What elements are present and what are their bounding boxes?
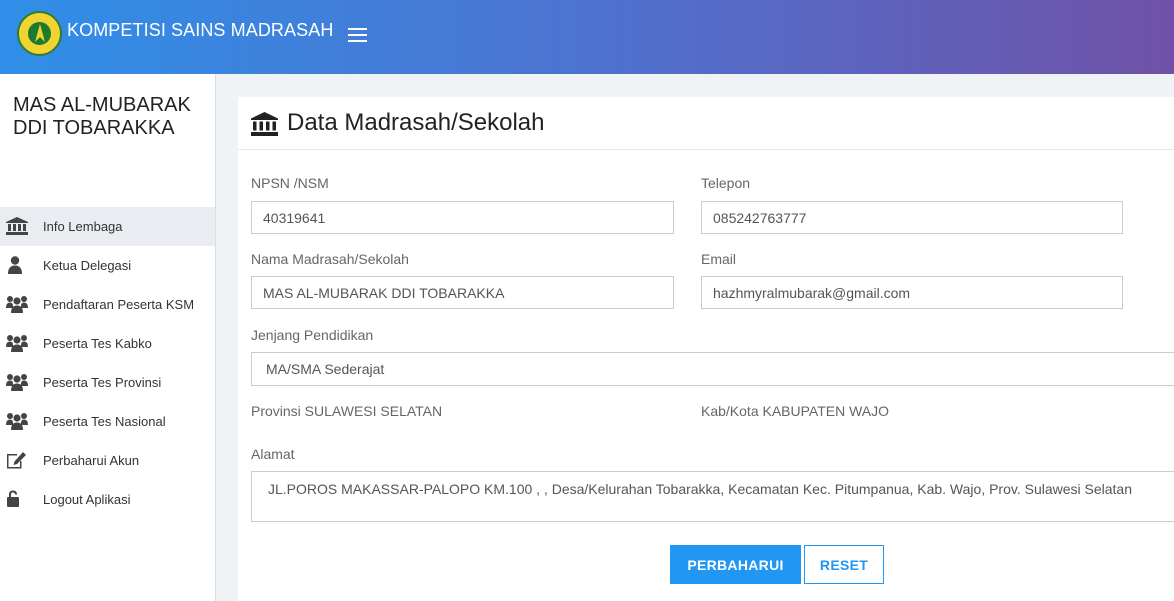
users-icon — [6, 413, 28, 430]
page-title: Data Madrasah/Sekolah — [287, 109, 545, 136]
telepon-label: Telepon — [701, 175, 751, 191]
unlock-icon — [7, 490, 19, 507]
sidebar-menu: Info Lembaga Ketua Delegasi Pendaftaran … — [0, 207, 215, 519]
panel-header: Data Madrasah/Sekolah — [238, 97, 1174, 150]
users-icon — [6, 296, 28, 313]
alamat-textarea[interactable]: JL.POROS MAKASSAR-PALOPO KM.100 , , Desa… — [251, 471, 1174, 522]
hamburger-icon[interactable] — [348, 28, 368, 44]
sidebar-item-label: Pendaftaran Peserta KSM — [43, 297, 195, 312]
email-field[interactable]: hazhmyralmubarak@gmail.com — [701, 276, 1123, 309]
users-icon — [6, 374, 28, 391]
user-icon — [8, 256, 22, 274]
sidebar-item-info-lembaga[interactable]: Info Lembaga — [0, 207, 215, 246]
provinsi-text: Provinsi SULAWESI SELATAN — [251, 403, 443, 419]
brand-title[interactable]: KOMPETISI SAINS MADRASAH — [67, 20, 333, 41]
sidebar-item-label: Peserta Tes Nasional — [43, 414, 166, 429]
top-navbar: KOMPETISI SAINS MADRASAH — [0, 0, 1174, 74]
school-data-panel: Data Madrasah/Sekolah NPSN /NSM 40319641… — [238, 97, 1174, 601]
sidebar: MAS AL-MUBARAK DDI TOBARAKKA Info Lembag… — [0, 74, 216, 601]
nama-madrasah-field[interactable]: MAS AL-MUBARAK DDI TOBARAKKA — [251, 276, 674, 309]
ksm-logo-icon[interactable] — [17, 11, 62, 56]
telepon-field[interactable]: 085242763777 — [701, 201, 1123, 234]
npsn-label: NPSN /NSM — [251, 175, 329, 191]
email-label: Email — [701, 251, 737, 267]
kabkota-text: Kab/Kota KABUPATEN WAJO — [701, 403, 890, 419]
users-icon — [6, 335, 28, 352]
npsn-field[interactable]: 40319641 — [251, 201, 674, 234]
institution-icon — [6, 217, 28, 235]
sidebar-item-peserta-tes-kabko[interactable]: Peserta Tes Kabko — [0, 324, 215, 363]
sidebar-item-label: Peserta Tes Kabko — [43, 336, 152, 351]
sidebar-item-perbaharui-akun[interactable]: Perbaharui Akun — [0, 441, 215, 480]
jenjang-select[interactable]: MA/SMA Sederajat — [251, 352, 1174, 386]
sidebar-item-label: Info Lembaga — [43, 219, 123, 234]
school-name: MAS AL-MUBARAK DDI TOBARAKKA — [13, 94, 191, 139]
sidebar-item-logout-aplikasi[interactable]: Logout Aplikasi — [0, 480, 215, 519]
reset-button[interactable]: RESET — [804, 545, 884, 584]
sidebar-item-peserta-tes-nasional[interactable]: Peserta Tes Nasional — [0, 402, 215, 441]
sidebar-item-label: Logout Aplikasi — [43, 492, 131, 507]
sidebar-item-label: Ketua Delegasi — [43, 258, 132, 273]
sidebar-item-ketua-delegasi[interactable]: Ketua Delegasi — [0, 246, 215, 285]
sidebar-item-label: Perbaharui Akun — [43, 453, 140, 468]
alamat-label: Alamat — [251, 446, 295, 462]
sidebar-item-pendaftaran-peserta-ksm[interactable]: Pendaftaran Peserta KSM — [0, 285, 215, 324]
sidebar-item-peserta-tes-provinsi[interactable]: Peserta Tes Provinsi — [0, 363, 215, 402]
edit-icon — [7, 452, 26, 469]
institution-icon — [251, 112, 278, 136]
nama-label: Nama Madrasah/Sekolah — [251, 251, 409, 267]
perbaharui-button[interactable]: PERBAHARUI — [670, 545, 801, 584]
jenjang-label: Jenjang Pendidikan — [251, 327, 374, 343]
sidebar-item-label: Peserta Tes Provinsi — [43, 375, 162, 390]
